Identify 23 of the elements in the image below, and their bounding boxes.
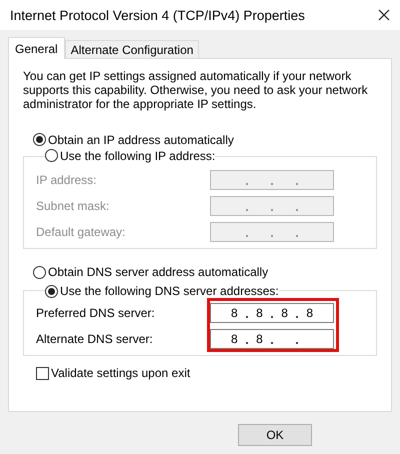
- intro-text: You can get IP settings assigned automatically if your network supports this capability. Otherwise, you need to ask your network administrator for the appropriate IP settings.: [23, 69, 369, 111]
- tab[interactable]: Alternate Configuration: [64, 40, 200, 58]
- radio-label: Obtain an IP address automatically: [48, 132, 234, 146]
- close-icon[interactable]: [378, 9, 390, 21]
- radio-button[interactable]: [45, 284, 58, 298]
- field-label: Default gateway:: [36, 225, 126, 239]
- radio-button[interactable]: [33, 266, 46, 278]
- radio-button[interactable]: [45, 149, 58, 162]
- checkbox-label: Validate settings upon exit: [51, 366, 190, 380]
- field-label: IP address:: [36, 173, 96, 187]
- field-label: Preferred DNS server:: [36, 306, 155, 320]
- field-label: Alternate DNS server:: [36, 332, 153, 346]
- radio-label: Use the following IP address:: [60, 148, 216, 162]
- ok-button[interactable]: OK: [238, 424, 312, 446]
- radio-label: Obtain DNS server address automatically: [48, 265, 268, 279]
- radio-button[interactable]: [33, 133, 46, 146]
- tab[interactable]: General: [8, 37, 65, 59]
- checkbox[interactable]: [36, 366, 49, 380]
- field-label: Subnet mask:: [36, 199, 110, 213]
- window-title: Internet Protocol Version 4 (TCP/IPv4) Properties: [10, 8, 305, 22]
- ip-address-field[interactable]: 8 8 8 8: [210, 303, 334, 323]
- ip-address-field[interactable]: 8 8: [210, 329, 334, 349]
- radio-label: Use the following DNS server addresses:: [60, 284, 279, 298]
